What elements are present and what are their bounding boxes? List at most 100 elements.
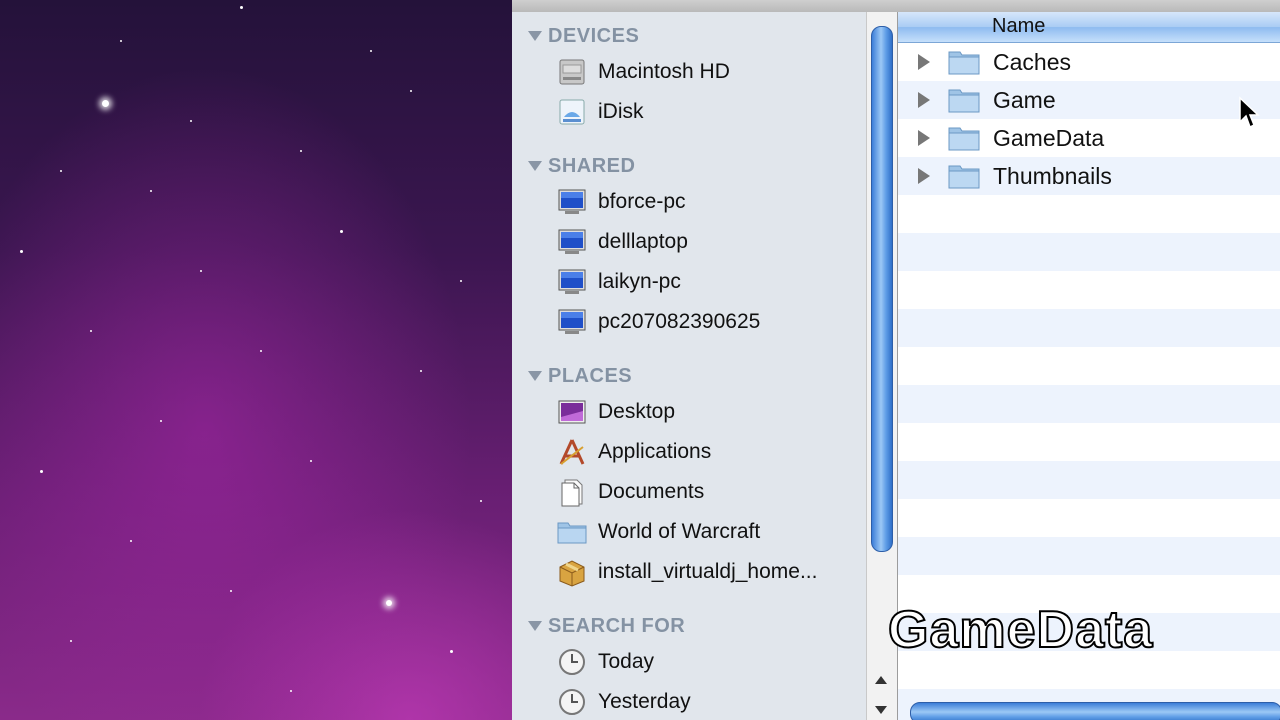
star bbox=[40, 470, 43, 473]
sidebar-item-label: laikyn-pc bbox=[598, 270, 681, 293]
section-header-shared[interactable]: SHARED bbox=[528, 153, 635, 179]
star bbox=[370, 50, 372, 52]
disclosure-down-icon[interactable] bbox=[528, 31, 542, 41]
star bbox=[300, 150, 302, 152]
file-name: Game bbox=[993, 86, 1056, 113]
documents-icon bbox=[556, 476, 588, 508]
disclosure-right-icon[interactable] bbox=[918, 92, 930, 108]
star bbox=[410, 90, 412, 92]
hard-drive-icon bbox=[556, 56, 588, 88]
star bbox=[190, 120, 192, 122]
file-name: GameData bbox=[993, 124, 1105, 151]
clock-icon bbox=[556, 686, 588, 718]
video-caption: GameData bbox=[887, 600, 1154, 660]
disclosure-right-icon[interactable] bbox=[918, 130, 930, 146]
pc-monitor-icon bbox=[556, 306, 588, 338]
sidebar-item-label: install_virtualdj_home... bbox=[598, 560, 818, 583]
disclosure-down-icon[interactable] bbox=[528, 621, 542, 631]
star bbox=[450, 650, 453, 653]
sidebar-item-idisk[interactable]: iDisk bbox=[556, 94, 644, 130]
mouse-pointer-icon bbox=[1238, 96, 1260, 135]
sidebar-item-desktop[interactable]: Desktop bbox=[556, 394, 675, 430]
disclosure-down-icon[interactable] bbox=[528, 371, 542, 381]
package-icon bbox=[556, 556, 588, 588]
scroll-down-arrow-icon[interactable] bbox=[875, 706, 887, 714]
star bbox=[120, 40, 122, 42]
sidebar-item-delllaptop[interactable]: delllaptop bbox=[556, 224, 688, 260]
column-header-name[interactable]: Name bbox=[898, 12, 1280, 43]
sidebar-item-label: bforce-pc bbox=[598, 190, 686, 213]
star bbox=[200, 270, 202, 272]
list-item[interactable]: Game bbox=[898, 81, 1280, 119]
star bbox=[60, 170, 62, 172]
list-item[interactable]: GameData bbox=[898, 119, 1280, 157]
star bbox=[386, 600, 392, 606]
sidebar-item-world-of-warcraft[interactable]: World of Warcraft bbox=[556, 514, 760, 550]
sidebar-scrollbar-thumb[interactable] bbox=[871, 26, 893, 552]
disclosure-right-icon[interactable] bbox=[918, 168, 930, 184]
pc-monitor-icon bbox=[556, 266, 588, 298]
sidebar-item-label: Yesterday bbox=[598, 690, 691, 713]
list-item[interactable]: Caches bbox=[898, 43, 1280, 81]
star bbox=[160, 420, 162, 422]
sidebar-item-label: Today bbox=[598, 650, 655, 673]
star bbox=[70, 640, 72, 642]
folder-icon bbox=[948, 162, 980, 195]
star bbox=[130, 540, 132, 542]
list-item[interactable]: Thumbnails bbox=[898, 157, 1280, 195]
sidebar-item-label: Desktop bbox=[598, 400, 676, 423]
sidebar-item-bforce-pc[interactable]: bforce-pc bbox=[556, 184, 686, 220]
star bbox=[20, 250, 23, 253]
section-header-search-for[interactable]: SEARCH FOR bbox=[528, 613, 685, 639]
sidebar-item-label: Documents bbox=[598, 480, 705, 503]
star bbox=[240, 6, 243, 9]
sidebar-item-pc207082390625[interactable]: pc207082390625 bbox=[556, 304, 760, 340]
section-header-places[interactable]: PLACES bbox=[528, 363, 632, 389]
sidebar-item-yesterday[interactable]: Yesterday bbox=[556, 684, 691, 720]
pc-monitor-icon bbox=[556, 186, 588, 218]
section-header-label: DEVICES bbox=[548, 24, 640, 47]
disclosure-right-icon[interactable] bbox=[918, 54, 930, 70]
star bbox=[310, 460, 312, 462]
folder-icon bbox=[948, 86, 980, 119]
sidebar: DEVICES Macintosh HD iDisk SHARED bforce… bbox=[512, 12, 866, 720]
section-header-label: PLACES bbox=[548, 364, 633, 387]
star bbox=[420, 370, 422, 372]
star bbox=[230, 590, 232, 592]
pc-monitor-icon bbox=[556, 226, 588, 258]
star bbox=[340, 230, 343, 233]
star bbox=[90, 330, 92, 332]
column-header-label: Name bbox=[992, 15, 1046, 37]
star bbox=[290, 690, 292, 692]
sidebar-item-today[interactable]: Today bbox=[556, 644, 654, 680]
sidebar-item-label: iDisk bbox=[598, 100, 644, 123]
sidebar-item-macintosh-hd[interactable]: Macintosh HD bbox=[556, 54, 730, 90]
star bbox=[102, 100, 109, 107]
section-header-label: SEARCH FOR bbox=[548, 614, 686, 637]
star bbox=[460, 280, 462, 282]
sidebar-item-documents[interactable]: Documents bbox=[556, 474, 704, 510]
sidebar-item-label: Macintosh HD bbox=[598, 60, 730, 83]
folder-icon bbox=[556, 516, 588, 548]
applications-icon bbox=[556, 436, 588, 468]
file-name: Thumbnails bbox=[993, 162, 1112, 189]
file-name: Caches bbox=[993, 48, 1071, 75]
folder-icon bbox=[948, 124, 980, 157]
scroll-up-arrow-icon[interactable] bbox=[875, 676, 887, 684]
sidebar-item-laikyn-pc[interactable]: laikyn-pc bbox=[556, 264, 681, 300]
star bbox=[150, 190, 152, 192]
section-header-devices[interactable]: DEVICES bbox=[528, 23, 639, 49]
sidebar-item-label: pc207082390625 bbox=[598, 310, 761, 333]
disclosure-down-icon[interactable] bbox=[528, 161, 542, 171]
clock-icon bbox=[556, 646, 588, 678]
star bbox=[480, 500, 482, 502]
sidebar-item-label: World of Warcraft bbox=[598, 520, 761, 543]
horizontal-scrollbar-thumb[interactable] bbox=[910, 702, 1280, 720]
sidebar-item-install-virtualdj[interactable]: install_virtualdj_home... bbox=[556, 554, 817, 590]
desktop-wallpaper bbox=[0, 0, 512, 720]
desktop-icon bbox=[556, 396, 588, 428]
idisk-icon bbox=[556, 96, 588, 128]
folder-icon bbox=[948, 48, 980, 81]
sidebar-item-applications[interactable]: Applications bbox=[556, 434, 711, 470]
section-header-label: SHARED bbox=[548, 154, 636, 177]
